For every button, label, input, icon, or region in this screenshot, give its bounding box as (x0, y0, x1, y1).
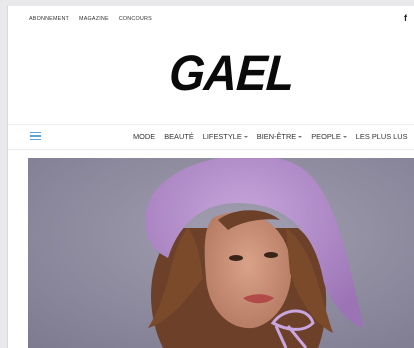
nav-item-label: LIFESTYLE (202, 132, 242, 141)
nav-item-people[interactable]: PEOPLE (311, 132, 347, 141)
abonnement-link[interactable]: ABONNEMENT (29, 16, 69, 22)
facebook-icon[interactable]: f (404, 13, 407, 23)
portrait-illustration (28, 158, 414, 348)
nav-item-label: BIEN-ÊTRE (256, 132, 297, 141)
main-nav: MODE BEAUTÉ LIFESTYLE BIEN-ÊTRE PEOPLE L… (8, 124, 414, 150)
chevron-down-icon (243, 135, 248, 138)
browser-viewport: ABONNEMENT MAGAZINE CONCOURS f GAEL MODE… (7, 6, 414, 348)
nav-item-label: PEOPLE (311, 132, 341, 141)
logo-area: GAEL (8, 45, 414, 106)
nav-item-beaute[interactable]: BEAUTÉ (164, 132, 194, 141)
hero-image[interactable] (28, 158, 414, 348)
nav-item-label: LES PLUS LUS (355, 132, 408, 141)
nav-item-label: BEAUTÉ (164, 132, 194, 141)
top-bar: ABONNEMENT MAGAZINE CONCOURS f (8, 6, 414, 32)
nav-items: MODE BEAUTÉ LIFESTYLE BIEN-ÊTRE PEOPLE L… (133, 132, 408, 141)
top-links: ABONNEMENT MAGAZINE CONCOURS (29, 16, 152, 22)
nav-item-bien-etre[interactable]: BIEN-ÊTRE (256, 132, 303, 141)
chevron-down-icon (342, 135, 347, 138)
hamburger-icon[interactable] (30, 132, 41, 141)
nav-item-label: MODE (133, 132, 156, 141)
site-logo[interactable]: GAEL (168, 45, 296, 101)
nav-item-mode[interactable]: MODE (133, 132, 155, 141)
nav-item-les-plus-lus[interactable]: LES PLUS LUS (356, 132, 408, 141)
concours-link[interactable]: CONCOURS (119, 16, 152, 22)
magazine-link[interactable]: MAGAZINE (79, 16, 109, 22)
nav-item-lifestyle[interactable]: LIFESTYLE (203, 132, 248, 141)
chevron-down-icon (298, 135, 303, 138)
